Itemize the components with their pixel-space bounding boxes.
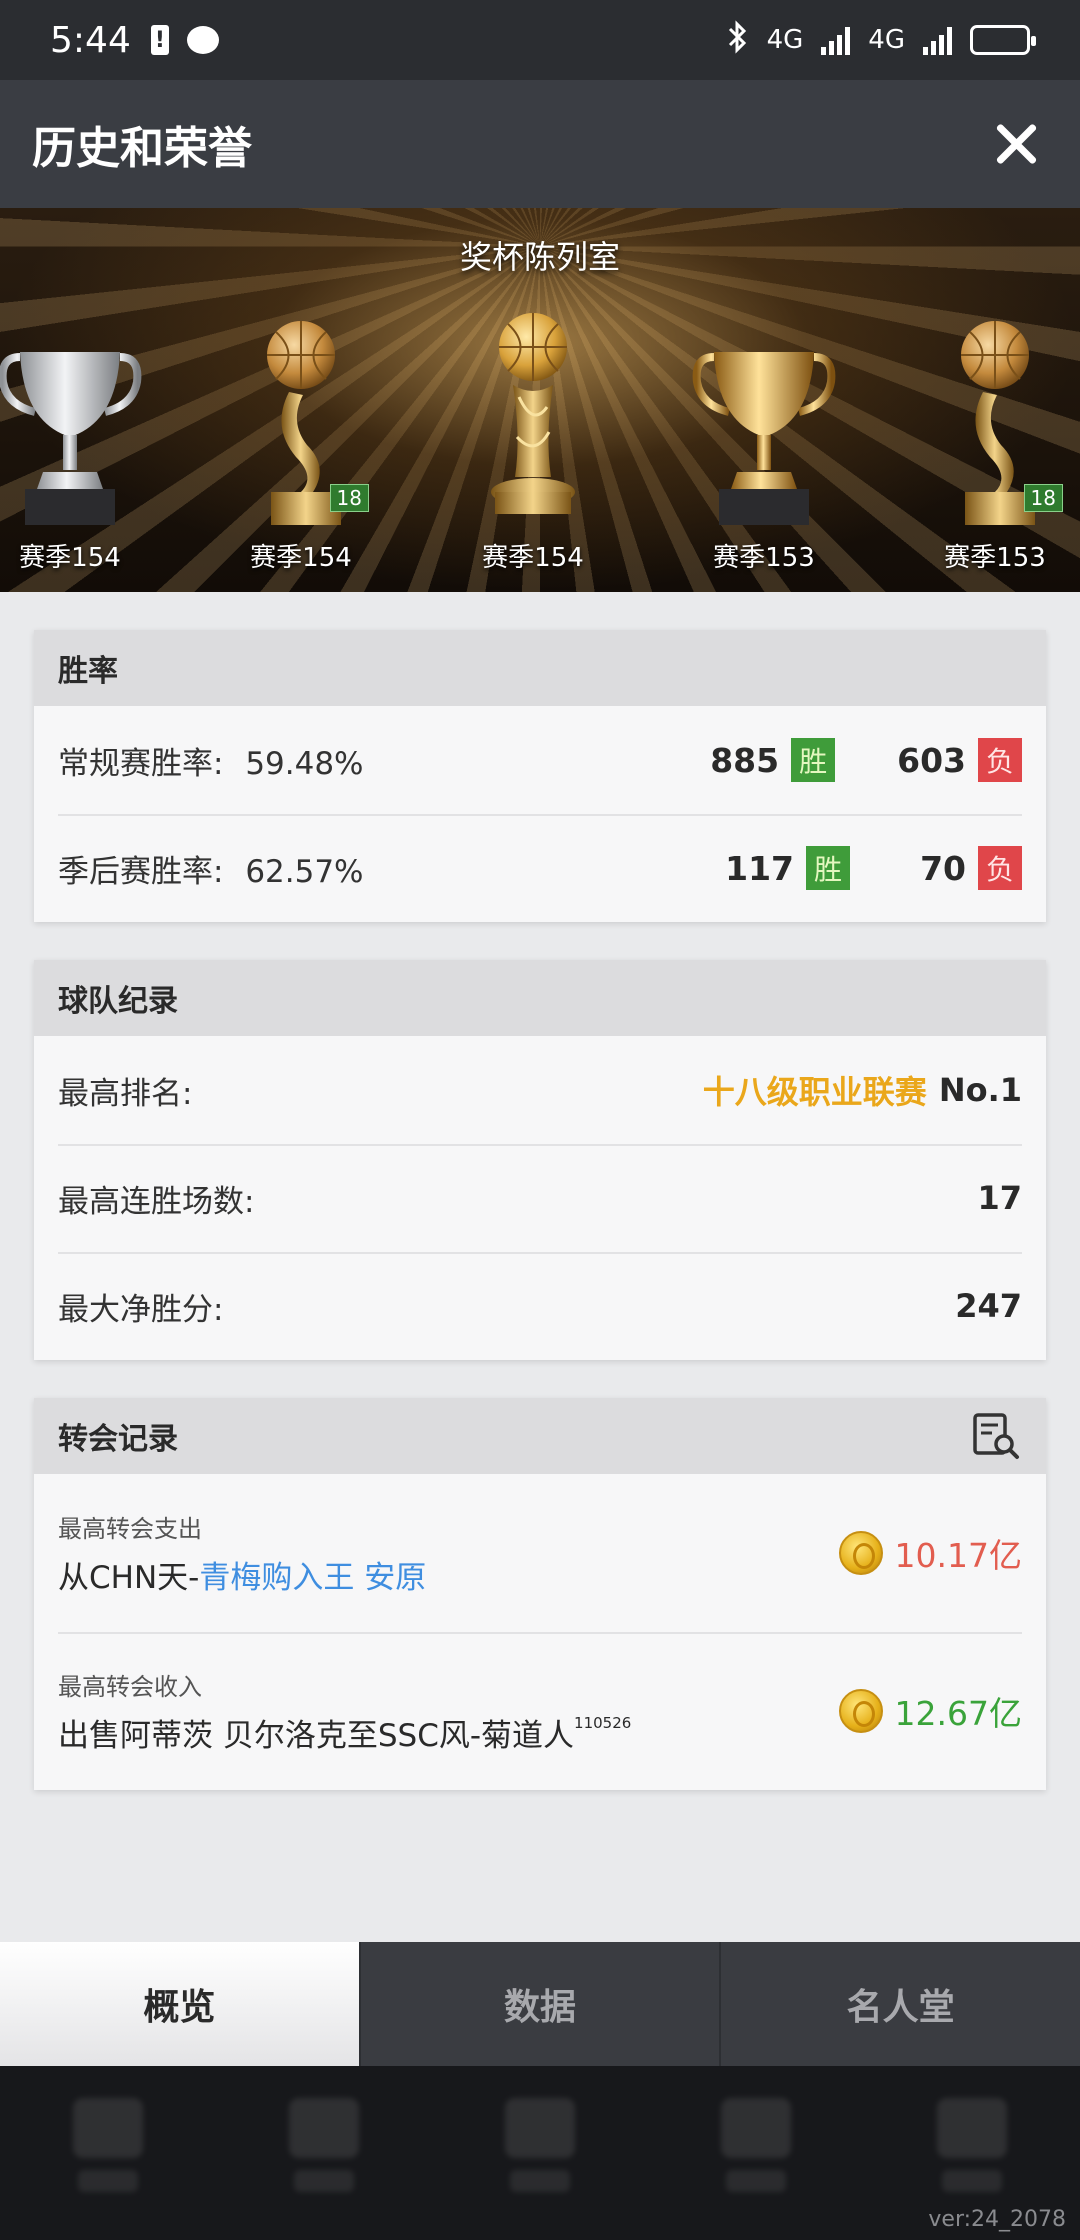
team-record-title: 球队纪录 bbox=[34, 960, 1046, 1036]
regular-season-row: 常规赛胜率: 59.48% 885 胜 603 负 bbox=[34, 706, 1046, 814]
income-text: 出售阿蒂茨 贝尔洛克至SSC风-菊道人 bbox=[58, 1718, 575, 1754]
net-points-value: 247 bbox=[955, 1287, 1022, 1325]
blurred-nav-item bbox=[284, 2098, 364, 2208]
team-record-card: 球队纪录 最高排名: 十八级职业联赛 No.1 最高连胜场数: 17 最大净胜分… bbox=[34, 960, 1046, 1360]
blurred-nav-item bbox=[500, 2098, 580, 2208]
income-amount: 12.67亿 bbox=[838, 1687, 1022, 1735]
expense-caption: 最高转会支出 bbox=[58, 1515, 202, 1543]
playoffs-row: 季后赛胜率: 62.57% 117 胜 70 负 bbox=[34, 814, 1046, 922]
wins-count: 117 bbox=[725, 848, 794, 888]
win-rate-title: 胜率 bbox=[34, 630, 1046, 706]
close-icon[interactable] bbox=[984, 112, 1048, 176]
expense-description: 从CHN天-青梅购入王 安原 bbox=[58, 1552, 426, 1597]
expense-source: 从CHN天- bbox=[58, 1560, 200, 1596]
tab-overview[interactable]: 概览 bbox=[0, 1942, 359, 2066]
expense-player-link[interactable]: 青梅购入王 安原 bbox=[199, 1560, 426, 1596]
losses-group: 603 负 bbox=[897, 738, 1022, 782]
coin-icon bbox=[838, 1689, 883, 1733]
trophy-item[interactable]: 18 赛季153 bbox=[905, 274, 1080, 574]
wins-count: 885 bbox=[710, 740, 780, 780]
page-header: 历史和荣誉 bbox=[0, 80, 1080, 208]
coin-icon bbox=[838, 1531, 883, 1575]
bluetooth-icon bbox=[727, 19, 749, 61]
gold-cup-icon bbox=[692, 352, 836, 525]
tab-hall-of-fame[interactable]: 名人堂 bbox=[719, 1942, 1080, 2066]
trophy-item[interactable]: 18 赛季154 bbox=[211, 274, 391, 574]
highest-rank-row: 最高排名: 十八级职业联赛 No.1 bbox=[34, 1036, 1046, 1144]
network-label-1: 4G bbox=[766, 25, 804, 55]
highest-rank-value: No.1 bbox=[938, 1071, 1022, 1109]
blurred-nav-item bbox=[932, 2098, 1012, 2208]
transfer-record-card: 转会记录 最高转会支出 从CHN天-青梅购入王 安原 10.17亿 最高转会收入… bbox=[34, 1398, 1046, 1790]
losses-count: 70 bbox=[920, 848, 966, 888]
income-value: 12.67亿 bbox=[894, 1694, 1022, 1733]
trophy-room-title: 奖杯陈列室 bbox=[459, 238, 620, 276]
search-document-icon[interactable] bbox=[970, 1410, 1022, 1462]
loss-tag: 负 bbox=[978, 846, 1022, 890]
wins-group: 117 胜 bbox=[725, 846, 850, 890]
tab-data[interactable]: 数据 bbox=[358, 1942, 720, 2066]
row-label: 常规赛胜率: 59.48% bbox=[58, 738, 364, 783]
trophy-badge: 18 bbox=[329, 484, 369, 512]
blurred-nav-item bbox=[716, 2098, 796, 2208]
playoffs-rate: 62.57% bbox=[245, 853, 364, 890]
highest-rank-label: 最高排名: bbox=[58, 1075, 193, 1112]
playoffs-label: 季后赛胜率: bbox=[58, 853, 224, 890]
message-icon bbox=[186, 26, 219, 54]
highest-expense-row: 最高转会支出 从CHN天-青梅购入王 安原 10.17亿 bbox=[34, 1474, 1046, 1632]
win-streak-label: 最高连胜场数: bbox=[58, 1183, 255, 1220]
income-description: 出售阿蒂茨 贝尔洛克至SSC风-菊道人110526 bbox=[58, 1710, 631, 1755]
trophy-season: 赛季154 bbox=[250, 543, 352, 573]
signal-icon bbox=[821, 25, 851, 55]
trophy-season: 赛季153 bbox=[713, 543, 815, 573]
transfer-record-title: 转会记录 bbox=[58, 1422, 178, 1457]
trophy-item[interactable]: 赛季153 bbox=[674, 274, 854, 574]
win-streak-value: 17 bbox=[977, 1179, 1022, 1217]
background-nav: ver:24_2078 bbox=[0, 2066, 1080, 2240]
transfer-record-header: 转会记录 bbox=[34, 1398, 1046, 1474]
win-tag: 胜 bbox=[806, 846, 850, 890]
signal-icon-2 bbox=[923, 25, 952, 55]
regular-season-label: 常规赛胜率: bbox=[58, 745, 224, 782]
losses-count: 603 bbox=[897, 740, 966, 780]
income-caption: 最高转会收入 bbox=[58, 1673, 202, 1701]
trophy-season: 赛季154 bbox=[19, 543, 121, 573]
battery-icon bbox=[970, 25, 1036, 55]
silver-cup-icon bbox=[0, 352, 142, 525]
row-label: 季后赛胜率: 62.57% bbox=[58, 846, 364, 891]
highest-income-row: 最高转会收入 出售阿蒂茨 贝尔洛克至SSC风-菊道人110526 12.67亿 bbox=[34, 1632, 1046, 1790]
expense-amount: 10.17亿 bbox=[838, 1529, 1022, 1577]
win-streak-row: 最高连胜场数: 17 bbox=[34, 1144, 1046, 1252]
loss-tag: 负 bbox=[978, 738, 1022, 782]
trophy-season: 赛季153 bbox=[944, 543, 1046, 573]
trophy-item[interactable]: 赛季154 bbox=[443, 274, 623, 574]
network-label-2: 4G bbox=[868, 25, 905, 55]
trophy-item[interactable]: 赛季154 bbox=[0, 274, 160, 574]
win-rate-card: 胜率 常规赛胜率: 59.48% 885 胜 603 负 季后赛胜率: 62.5… bbox=[34, 630, 1046, 922]
trophy-badge: 18 bbox=[1023, 484, 1063, 512]
version-label: ver:24_2078 bbox=[928, 2207, 1066, 2232]
income-superscript: 110526 bbox=[574, 1714, 632, 1732]
losses-group: 70 负 bbox=[912, 846, 1022, 890]
regular-season-rate: 59.48% bbox=[245, 745, 364, 782]
wins-group: 885 胜 bbox=[710, 738, 836, 782]
status-bar: 5:44 ! 4G 4G bbox=[0, 0, 1080, 80]
trophy-season: 赛季154 bbox=[482, 543, 584, 573]
blurred-nav-item bbox=[68, 2098, 148, 2208]
alert-icon: ! bbox=[150, 25, 169, 55]
win-tag: 胜 bbox=[791, 738, 836, 782]
league-name: 十八级职业联赛 bbox=[702, 1073, 927, 1111]
trophy-room-banner: 奖杯陈列室 赛季154 18 赛季154 赛季154 赛季153 18 赛季15… bbox=[0, 208, 1080, 592]
status-time: 5:44 bbox=[50, 19, 131, 61]
net-points-label: 最大净胜分: bbox=[58, 1291, 224, 1328]
net-points-row: 最大净胜分: 247 bbox=[34, 1252, 1046, 1360]
basketball-trophy-icon bbox=[491, 313, 575, 514]
page-title: 历史和荣誉 bbox=[32, 123, 252, 174]
bottom-tab-bar: 概览 数据 名人堂 bbox=[0, 1942, 1080, 2066]
expense-value: 10.17亿 bbox=[894, 1536, 1022, 1575]
